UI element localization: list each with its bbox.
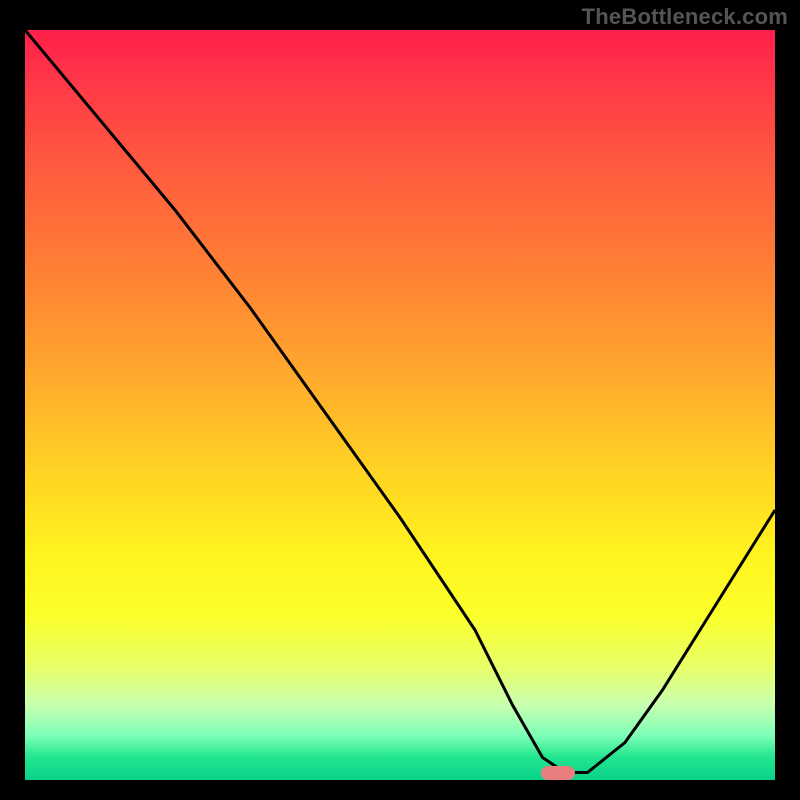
watermark-text: TheBottleneck.com bbox=[582, 4, 788, 30]
bottleneck-curve bbox=[25, 30, 775, 773]
curve-svg bbox=[25, 30, 775, 780]
plot-area bbox=[25, 30, 775, 780]
optimal-marker bbox=[541, 766, 575, 780]
chart-container: TheBottleneck.com bbox=[0, 0, 800, 800]
